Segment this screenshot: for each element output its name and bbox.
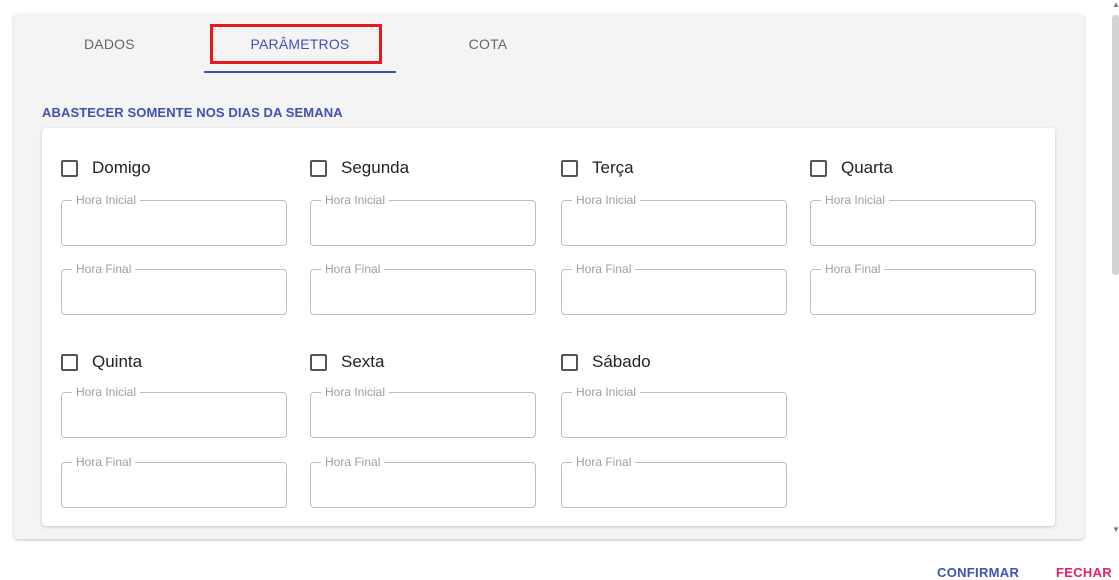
dialog-panel: DADOS PARÂMETROS COTA ABASTECER SOMENTE … (14, 14, 1084, 539)
field-label: Hora Inicial (321, 193, 390, 207)
scroll-up-icon[interactable]: ▲ (1112, 0, 1119, 10)
checkbox-box[interactable] (561, 353, 578, 371)
end-time-field[interactable]: Hora Final (310, 262, 536, 315)
weekdays-card: Domigo Hora Inicial Hora Final Segunda H… (42, 128, 1055, 526)
tab-dados[interactable]: DADOS (84, 36, 135, 52)
close-button[interactable]: FECHAR (1056, 565, 1112, 580)
end-time-input[interactable] (311, 463, 535, 507)
start-time-field[interactable]: Hora Inicial (61, 193, 287, 246)
day-label: Segunda (341, 158, 410, 177)
end-time-input[interactable] (62, 463, 286, 507)
end-time-field[interactable]: Hora Final (61, 455, 287, 508)
field-label: Hora Final (72, 262, 136, 276)
start-time-field[interactable]: Hora Inicial (310, 385, 536, 438)
tab-cota[interactable]: COTA (466, 36, 510, 52)
confirm-button[interactable]: CONFIRMAR (937, 565, 1019, 580)
day-label: Terça (592, 158, 634, 177)
end-time-input[interactable] (811, 270, 1035, 314)
day-quarta: Quarta Hora Inicial Hora Final (810, 156, 1036, 315)
day-terca: Terça Hora Inicial Hora Final (561, 156, 787, 315)
day-sexta: Sexta Hora Inicial Hora Final (310, 350, 536, 508)
checkbox-segunda[interactable]: Segunda (310, 156, 536, 180)
field-label: Hora Final (821, 262, 885, 276)
end-time-input[interactable] (62, 270, 286, 314)
day-label: Quarta (841, 158, 893, 177)
checkbox-quarta[interactable]: Quarta (810, 156, 1036, 180)
tab-parametros[interactable]: PARÂMETROS (214, 36, 386, 52)
end-time-field[interactable]: Hora Final (561, 455, 787, 508)
checkbox-domingo[interactable]: Domigo (61, 156, 287, 180)
end-time-field[interactable]: Hora Final (561, 262, 787, 315)
checkbox-quinta[interactable]: Quinta (61, 350, 287, 374)
field-label: Hora Inicial (572, 193, 641, 207)
scrollbar-thumb[interactable] (1112, 15, 1119, 275)
day-label: Quinta (92, 352, 143, 371)
day-segunda: Segunda Hora Inicial Hora Final (310, 156, 536, 315)
scroll-down-icon[interactable]: ▼ (1112, 525, 1119, 535)
start-time-field[interactable]: Hora Inicial (561, 385, 787, 438)
field-label: Hora Inicial (821, 193, 890, 207)
checkbox-terca[interactable]: Terça (561, 156, 787, 180)
field-label: Hora Final (321, 455, 385, 469)
checkbox-sabado[interactable]: Sábado (561, 350, 787, 374)
field-label: Hora Inicial (321, 385, 390, 399)
field-label: Hora Final (572, 455, 636, 469)
end-time-field[interactable]: Hora Final (61, 262, 287, 315)
day-domingo: Domigo Hora Inicial Hora Final (61, 156, 287, 315)
field-label: Hora Inicial (572, 385, 641, 399)
end-time-input[interactable] (311, 270, 535, 314)
end-time-input[interactable] (562, 463, 786, 507)
active-tab-indicator (204, 71, 396, 73)
field-label: Hora Inicial (72, 385, 141, 399)
start-time-input[interactable] (562, 201, 786, 245)
checkbox-box[interactable] (810, 159, 827, 177)
start-time-input[interactable] (311, 393, 535, 437)
field-label: Hora Final (321, 262, 385, 276)
checkbox-box[interactable] (61, 159, 78, 177)
end-time-field[interactable]: Hora Final (310, 455, 536, 508)
field-label: Hora Inicial (72, 193, 141, 207)
field-label: Hora Final (572, 262, 636, 276)
start-time-field[interactable]: Hora Inicial (310, 193, 536, 246)
checkbox-sexta[interactable]: Sexta (310, 350, 536, 374)
start-time-input[interactable] (311, 201, 535, 245)
start-time-field[interactable]: Hora Inicial (810, 193, 1036, 246)
start-time-input[interactable] (811, 201, 1035, 245)
start-time-input[interactable] (562, 393, 786, 437)
start-time-input[interactable] (62, 393, 286, 437)
section-title: ABASTECER SOMENTE NOS DIAS DA SEMANA (42, 105, 343, 120)
end-time-input[interactable] (562, 270, 786, 314)
day-label: Sexta (341, 352, 385, 371)
day-sabado: Sábado Hora Inicial Hora Final (561, 350, 787, 508)
start-time-field[interactable]: Hora Inicial (561, 193, 787, 246)
end-time-field[interactable]: Hora Final (810, 262, 1036, 315)
checkbox-box[interactable] (561, 159, 578, 177)
start-time-input[interactable] (62, 201, 286, 245)
field-label: Hora Final (72, 455, 136, 469)
day-label: Domigo (92, 158, 151, 177)
checkbox-box[interactable] (61, 353, 78, 371)
checkbox-box[interactable] (310, 353, 327, 371)
checkbox-box[interactable] (310, 159, 327, 177)
start-time-field[interactable]: Hora Inicial (61, 385, 287, 438)
day-label: Sábado (592, 352, 651, 371)
day-quinta: Quinta Hora Inicial Hora Final (61, 350, 287, 508)
